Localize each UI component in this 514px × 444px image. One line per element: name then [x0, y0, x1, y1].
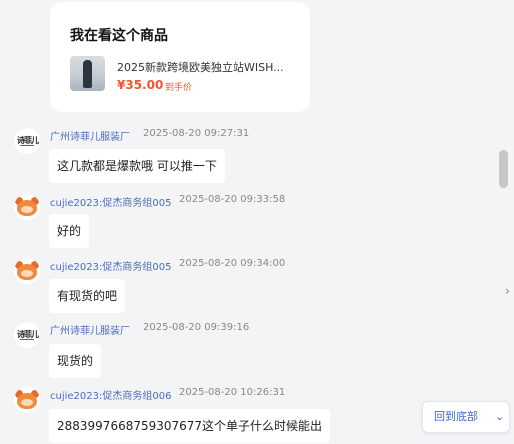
message-bubble[interactable]: 好的	[49, 214, 90, 248]
message-time: 2025-08-20 10:26:31	[179, 387, 286, 398]
product-name[interactable]: 2025新款跨境欧美独立站WISH...	[117, 59, 284, 75]
mascot-avatar-icon[interactable]	[14, 194, 40, 220]
mascot-avatar-icon[interactable]	[14, 387, 40, 413]
shop-logo-icon[interactable]: 诗菲儿	[14, 128, 40, 154]
message-bubble[interactable]: 有现货的吧	[49, 279, 126, 313]
message-time: 2025-08-20 09:39:16	[143, 322, 250, 333]
message-sender: 广州诗菲儿服装厂	[50, 326, 130, 337]
message-sender: cujie2023:促杰商务组006	[50, 391, 172, 402]
chevron-down-icon: ⌄	[495, 410, 505, 423]
message-bubble[interactable]: 2883997668759307677这个单子什么时候能出	[49, 409, 331, 443]
message-time: 2025-08-20 09:27:31	[143, 128, 250, 139]
product-card-heading: 我在看这个商品	[70, 28, 168, 44]
message-sender: 广州诗菲儿服装厂	[50, 132, 130, 143]
back-to-bottom-button[interactable]: 回到底部 ⌄	[422, 401, 510, 433]
product-price: ¥35.00	[117, 78, 164, 92]
message-time: 2025-08-20 09:33:58	[179, 194, 286, 205]
shop-logo-icon[interactable]: 诗菲儿	[14, 322, 40, 348]
product-price-note: 到手价	[165, 83, 193, 93]
chat-panel: 我在看这个商品 2025新款跨境欧美独立站WISH... ¥35.00 到手价 …	[0, 0, 514, 444]
message-bubble[interactable]: 这几款都是爆款哦 可以推一下	[49, 149, 225, 183]
product-card[interactable]: 我在看这个商品 2025新款跨境欧美独立站WISH... ¥35.00 到手价	[50, 2, 310, 112]
message-bubble[interactable]: 现货的	[49, 344, 102, 378]
back-to-bottom-label: 回到底部	[434, 410, 478, 423]
message-time: 2025-08-20 09:34:00	[179, 258, 286, 269]
chevron-right-icon[interactable]: ›	[505, 284, 510, 298]
scrollbar-thumb[interactable]	[499, 150, 508, 188]
message-sender: cujie2023:促杰商务组005	[50, 262, 172, 273]
message-sender: cujie2023:促杰商务组005	[50, 198, 172, 209]
product-thumbnail[interactable]	[70, 56, 105, 91]
mascot-avatar-icon[interactable]	[14, 258, 40, 284]
